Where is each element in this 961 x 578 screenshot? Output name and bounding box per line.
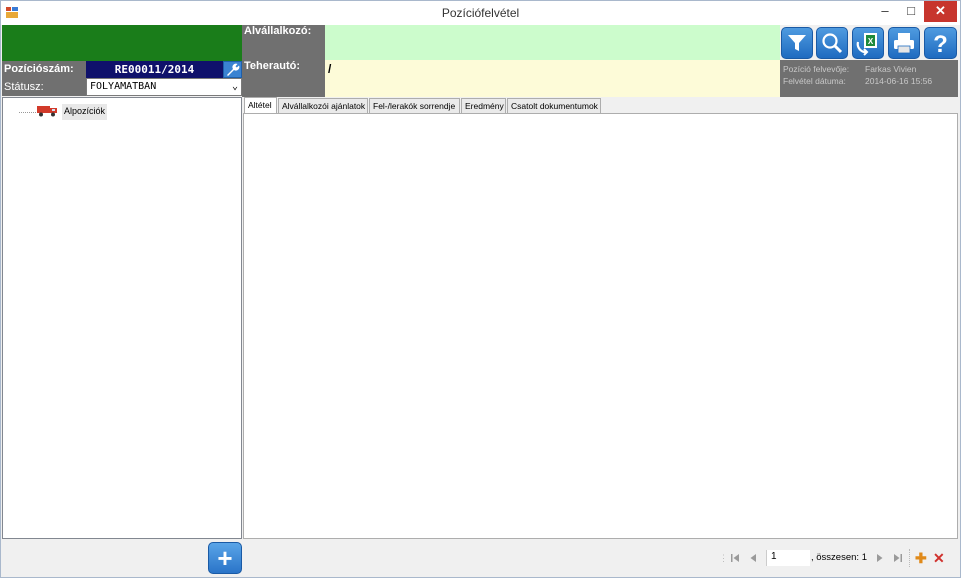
print-button[interactable] — [888, 27, 920, 59]
wrench-icon — [227, 63, 240, 76]
print-icon — [894, 33, 914, 54]
wrench-button[interactable] — [223, 61, 242, 78]
previous-icon — [750, 554, 756, 562]
window-title: Pozíciófelvétel — [441, 6, 520, 20]
record-info-box: Pozíció felvevője: Farkas Vivien Felvétel… — [780, 60, 958, 97]
tab-attached-documents[interactable]: Csatolt dokumentumok — [507, 98, 601, 114]
plus-icon: ✚ — [915, 550, 927, 566]
filter-icon — [788, 35, 806, 51]
next-record-button[interactable] — [874, 547, 888, 569]
navigator-separator — [909, 549, 911, 567]
previous-record-button[interactable] — [747, 547, 761, 569]
chevron-down-icon: ⌄ — [231, 81, 238, 92]
subcontractor-label: Alvállalkozó: — [242, 25, 325, 60]
maximize-button[interactable]: □ — [898, 1, 924, 22]
filter-button[interactable] — [781, 27, 813, 59]
add-record-button[interactable]: ✚ — [915, 547, 929, 569]
truck-field[interactable]: / — [325, 60, 780, 97]
status-label: Státusz: — [2, 78, 86, 96]
first-record-button[interactable] — [729, 547, 743, 569]
tree-connector — [19, 112, 36, 113]
excel-export-icon: X — [856, 33, 877, 56]
header-color-band — [2, 25, 242, 61]
help-icon: ? — [933, 31, 948, 58]
position-number-value: RE00011/2014 — [86, 61, 223, 78]
grip-icon: ⋮ — [719, 553, 728, 563]
svg-text:?: ? — [933, 31, 948, 58]
first-page-icon — [731, 554, 739, 562]
subposition-tree[interactable]: Alpozíciók — [2, 97, 242, 539]
truck-icon — [37, 106, 57, 117]
svg-text:X: X — [868, 37, 874, 46]
search-icon — [822, 33, 843, 54]
next-icon — [877, 554, 883, 562]
delete-record-button[interactable]: ✕ — [933, 547, 947, 569]
creator-label: Pozíció felvevője: — [783, 64, 850, 74]
excel-export-button[interactable]: X — [852, 27, 884, 59]
last-record-button[interactable] — [892, 547, 906, 569]
subcontractor-field[interactable] — [325, 25, 780, 60]
delete-icon: ✕ — [933, 550, 945, 566]
last-page-icon — [894, 554, 902, 562]
date-value: 2014-06-16 15:56 — [865, 76, 933, 86]
tab-loading-order[interactable]: Fel-/lerakók sorrendje — [369, 98, 460, 114]
search-button[interactable] — [816, 27, 848, 59]
page-number-input[interactable]: 1 — [766, 550, 810, 566]
status-select-value: FOLYAMATBAN — [90, 81, 157, 92]
record-count-text: , összesen: 1 — [811, 552, 867, 563]
position-number-label: Pozíciószám: — [2, 61, 86, 78]
app-window: Pozíciófelvétel – □ ✕ Pozíciószám: RE000… — [0, 0, 961, 578]
truck-label: Teherautó: — [242, 60, 325, 97]
minimize-button[interactable]: – — [872, 1, 898, 22]
tab-content-panel — [243, 113, 958, 539]
close-button[interactable]: ✕ — [924, 1, 957, 22]
add-subposition-button[interactable]: + — [208, 542, 242, 574]
help-button[interactable]: ? — [924, 27, 957, 59]
tab-result[interactable]: Eredmény — [461, 98, 506, 114]
date-label: Felvétel dátuma: — [783, 76, 846, 86]
creator-value: Farkas Vivien — [865, 64, 917, 74]
tab-subcontractor-offers[interactable]: Alvállalkozói ajánlatok — [278, 98, 368, 114]
status-select[interactable]: FOLYAMATBAN ⌄ — [86, 78, 242, 96]
title-bar: Pozíciófelvétel – □ ✕ — [1, 1, 960, 25]
plus-icon: + — [217, 543, 233, 573]
tree-node-subpositions[interactable]: Alpozíciók — [62, 104, 108, 120]
